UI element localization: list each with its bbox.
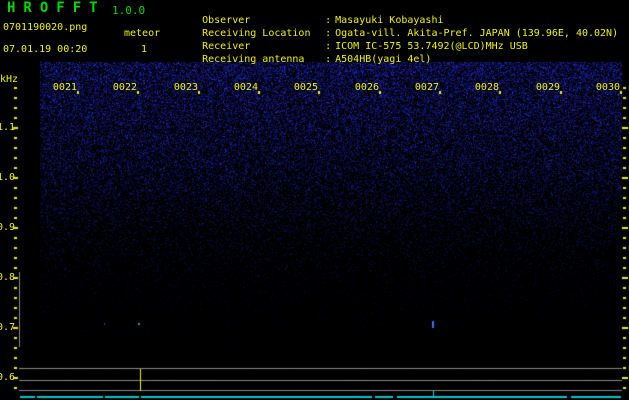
time-tick-label: 0023 <box>172 82 198 93</box>
freq-tick-label: 1.0 <box>0 172 14 183</box>
freq-tick-label: 0.7 <box>0 322 14 333</box>
hrofft-output-image: HROFFT 1.0.0 0701190020.png meteor 07.01… <box>0 0 629 400</box>
freq-axis-unit: kHz <box>0 74 18 85</box>
time-tick-label: 0027 <box>413 82 439 93</box>
info-value: A504HB(yagi 4el) <box>331 54 431 65</box>
freq-tick-label: 0.6 <box>0 372 14 383</box>
time-tick-label: 0026 <box>353 82 379 93</box>
observation-datetime: 07.01.19 00:20 <box>3 44 87 55</box>
app-title: HROFFT <box>7 3 106 14</box>
freq-tick-label: 1.1 <box>0 122 14 133</box>
app-version: 1.0.0 <box>112 5 145 16</box>
mode-label: meteor <box>124 28 160 39</box>
freq-tick-label: 0.8 <box>0 272 14 283</box>
time-tick-label: 0029 <box>534 82 560 93</box>
freq-tick-label: 0.9 <box>0 222 14 233</box>
time-tick-label: 0030 <box>594 82 620 93</box>
meteor-count: 1 <box>141 44 147 55</box>
time-tick-label: 0025 <box>292 82 318 93</box>
output-filename: 0701190020.png <box>3 22 87 33</box>
time-tick-label: 0022 <box>111 82 137 93</box>
info-row-antenna: Receiving antenna: A504HB(yagi 4el) <box>178 43 431 76</box>
time-tick-label: 0021 <box>51 82 77 93</box>
time-tick-label: 0024 <box>232 82 258 93</box>
time-tick-label: 0028 <box>473 82 499 93</box>
info-label: Receiving antenna <box>202 54 325 65</box>
